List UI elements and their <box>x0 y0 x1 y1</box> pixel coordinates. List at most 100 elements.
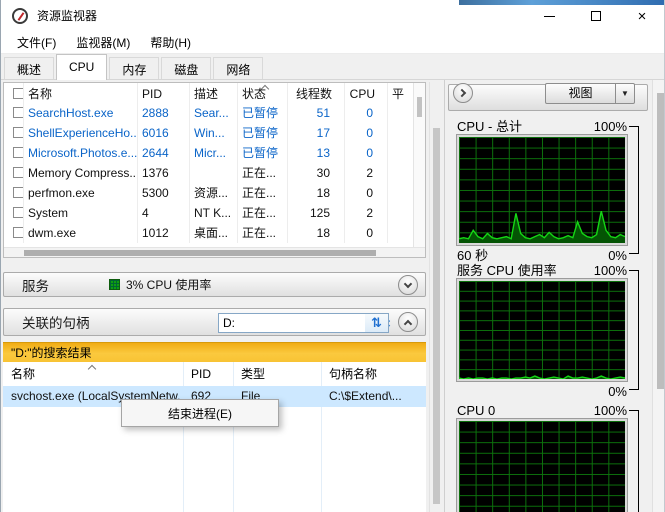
row-checkbox[interactable] <box>13 147 23 158</box>
process-name[interactable]: ShellExperienceHo... <box>24 123 138 143</box>
graphs-panel-scrollbar[interactable] <box>652 80 664 512</box>
process-desc: Sear... <box>190 103 238 123</box>
services-title: 服务 <box>22 278 49 294</box>
process-pid: 5300 <box>138 183 190 203</box>
tab-memory[interactable]: 内存 <box>109 57 160 79</box>
graph-ymin: 0% <box>608 384 627 399</box>
col-header-status[interactable]: 状态 <box>238 83 288 105</box>
row-checkbox[interactable] <box>13 187 23 198</box>
handle-name: C:\$Extend\... <box>329 389 402 403</box>
services-expand-button[interactable] <box>398 274 418 295</box>
menubar: 文件(F) 监视器(M) 帮助(H) <box>1 32 664 54</box>
graph-scale-bracket <box>629 410 639 512</box>
process-name[interactable]: Memory Compress... <box>24 163 138 183</box>
graph-canvas <box>457 279 627 381</box>
process-name[interactable]: Microsoft.Photos.e... <box>24 143 138 163</box>
menu-file[interactable]: 文件(F) <box>7 32 66 53</box>
process-desc: 桌面... <box>190 223 238 243</box>
chevron-right-icon <box>457 88 467 98</box>
graph-cpu0: CPU 0 100% <box>445 403 652 512</box>
process-name[interactable]: dwm.exe <box>24 223 138 243</box>
tab-overview[interactable]: 概述 <box>4 57 55 79</box>
titlebar: 资源监视器 × <box>1 0 664 32</box>
handles-collapse-button[interactable] <box>398 312 418 332</box>
graph-scale-bracket <box>629 126 639 254</box>
process-cpu: 2 <box>345 203 388 223</box>
row-checkbox[interactable] <box>13 227 23 238</box>
process-table-horizontal-scrollbar[interactable] <box>4 247 425 257</box>
minimize-icon <box>543 15 555 17</box>
services-section-header[interactable]: 服务 3% CPU 使用率 <box>3 272 426 297</box>
process-status: 正在... <box>238 163 288 183</box>
handles-title: 关联的句柄 <box>22 316 90 331</box>
handles-col-handle[interactable]: 句柄名称 <box>329 362 377 386</box>
handles-col-pid[interactable]: PID <box>191 362 211 386</box>
process-table-vertical-scrollbar[interactable] <box>413 83 425 247</box>
process-status: 正在... <box>238 223 288 243</box>
close-button[interactable]: × <box>621 1 663 31</box>
process-desc: Micr... <box>190 143 238 163</box>
row-checkbox[interactable] <box>13 107 23 118</box>
col-header-threads[interactable]: 线程数 <box>288 83 345 105</box>
col-header-avg[interactable]: 平 <box>388 83 413 105</box>
graph-xlabel: 60 秒 <box>457 248 489 263</box>
process-status: 已暂停 <box>238 103 288 123</box>
graph-title: CPU - 总计 <box>457 119 523 134</box>
minimize-button[interactable] <box>528 1 570 31</box>
process-cpu: 0 <box>345 123 388 143</box>
row-checkbox[interactable] <box>13 207 23 218</box>
process-threads: 30 <box>288 163 345 183</box>
tab-cpu[interactable]: CPU <box>56 54 108 80</box>
process-name[interactable]: SearchHost.exe <box>24 103 138 123</box>
menu-item-end-process[interactable]: 结束进程(E) <box>168 405 232 422</box>
process-name[interactable]: System <box>24 203 138 223</box>
tab-network[interactable]: 网络 <box>213 57 264 79</box>
process-status: 已暂停 <box>238 123 288 143</box>
search-input[interactable] <box>219 316 378 330</box>
handles-section-header[interactable]: 关联的句柄 × ⇅ <box>3 308 426 336</box>
menu-monitor[interactable]: 监视器(M) <box>66 32 140 53</box>
graph-scale-bracket <box>629 270 639 390</box>
graphs-panel: 视图 ▼ CPU - 总计 100% 60 秒 0% 服务 CPU 使用率 10… <box>444 80 651 512</box>
process-pid: 4 <box>138 203 190 223</box>
maximize-button[interactable] <box>575 1 617 31</box>
graph-cpu-total: CPU - 总计 100% 60 秒 0% <box>445 119 652 263</box>
graph-canvas <box>457 419 627 512</box>
panel-collapse-button[interactable] <box>453 83 473 103</box>
col-header-desc[interactable]: 描述 <box>190 83 238 105</box>
select-all-checkbox[interactable] <box>13 88 23 99</box>
graph-ymax: 100% <box>593 119 627 134</box>
row-checkbox[interactable] <box>13 167 23 178</box>
process-threads: 125 <box>288 203 345 223</box>
handles-col-type[interactable]: 类型 <box>241 362 265 386</box>
row-checkbox[interactable] <box>13 127 23 138</box>
menu-help[interactable]: 帮助(H) <box>140 32 201 53</box>
view-button[interactable]: 视图 <box>545 83 616 104</box>
graph-ymax: 100% <box>593 403 627 418</box>
close-icon: × <box>637 7 647 25</box>
view-dropdown-button[interactable]: ▼ <box>616 83 635 104</box>
dropdown-arrow-icon: ▼ <box>621 89 629 98</box>
view-split-button: 视图 ▼ <box>545 83 635 104</box>
resource-monitor-icon <box>12 8 28 24</box>
search-refresh-button[interactable]: ⇅ <box>365 313 389 333</box>
cpu-usage-grid-icon <box>109 279 120 290</box>
handles-search-box: × <box>218 313 391 333</box>
process-status: 正在... <box>238 203 288 223</box>
process-cpu: 2 <box>345 163 388 183</box>
process-name[interactable]: perfmon.exe <box>24 183 138 203</box>
col-header-name[interactable]: 名称 <box>24 83 138 105</box>
left-pane-scrollbar[interactable] <box>429 82 442 512</box>
resource-monitor-window: 资源监视器 × 文件(F) 监视器(M) 帮助(H) 概述 CPU 内存 磁盘 … <box>0 0 665 512</box>
tab-disk[interactable]: 磁盘 <box>161 57 212 79</box>
process-cpu: 0 <box>345 103 388 123</box>
handles-col-name[interactable]: 名称 <box>11 362 35 386</box>
graph-title: CPU 0 <box>457 403 496 418</box>
process-pid: 2644 <box>138 143 190 163</box>
process-threads: 18 <box>288 183 345 203</box>
process-threads: 13 <box>288 143 345 163</box>
process-desc: Win... <box>190 123 238 143</box>
col-header-cpu[interactable]: CPU <box>345 83 388 105</box>
col-header-pid[interactable]: PID <box>138 83 190 105</box>
process-desc: NT K... <box>190 203 238 223</box>
